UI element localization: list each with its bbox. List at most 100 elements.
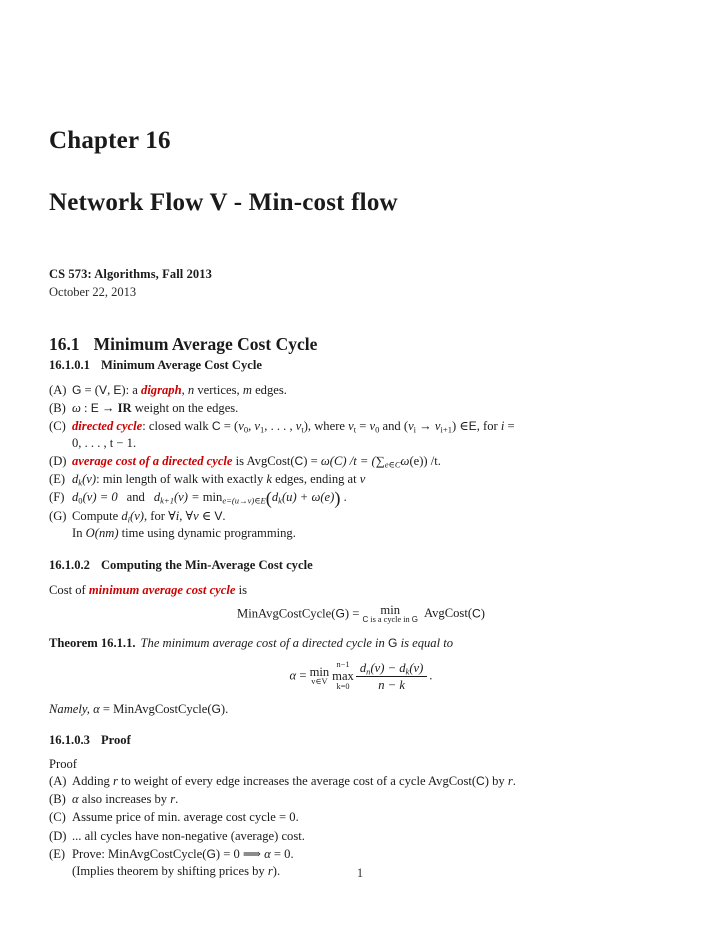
math-in-g: ∈ [198, 508, 215, 523]
section-heading: 16.1 Minimum Average Cost Cycle [49, 334, 673, 354]
eq-rhs-close: ) [480, 606, 485, 621]
math-dk-arg: (v) [82, 472, 97, 487]
proof-label-e: (E) [49, 846, 66, 861]
list-item-b: (B) ω : E → IR weight on the edges. [49, 400, 673, 417]
item-c-and: and ( [379, 418, 409, 433]
math-cycle-c-d: C [294, 454, 304, 469]
math-g-namely: G [211, 702, 221, 717]
definition-list: (A) G = (V, E): a digraph, n vertices, m … [49, 382, 673, 542]
proof-b-t2: . [175, 792, 179, 807]
item-a-t2: vertices, [194, 382, 243, 397]
list-item-a: (A) G = (V, E): a digraph, n vertices, m … [49, 382, 673, 399]
math-in-c: ∈ [459, 418, 469, 433]
math-g-theorem: G [388, 635, 398, 650]
math-di-arg: (v) [130, 508, 144, 523]
proof-d-text: ... all cycles have non-negative (averag… [72, 828, 305, 843]
math-dk1-sub: k+1 [160, 495, 174, 506]
item-b-tail: weight on the edges. [131, 400, 239, 415]
proof-label-a: (A) [49, 774, 67, 789]
fraction-alpha: dn(v) − dk(v) n − k [355, 660, 428, 692]
item-c-for: , for [476, 418, 501, 433]
item-d-t3: (C) /t = ( [329, 454, 376, 469]
math-graph-g: G [72, 382, 82, 397]
item-g-continuation: In O(nm) time using dynamic programming. [72, 525, 673, 542]
item-d-t4: (e)) /t. [409, 454, 441, 469]
item-c-eq: = ( [220, 418, 239, 433]
min-operator-alpha: min v∈V [310, 666, 330, 687]
item-c-continuation: 0, . . . , t − 1. [72, 436, 137, 451]
emphasis-average-cost: average cost of a directed cycle [72, 454, 233, 469]
item-e-t1: : min length of walk with exactly [96, 472, 267, 487]
math-cycle-c: C [211, 418, 221, 433]
chapter-title: Chapter 16 [49, 127, 171, 154]
math-c-proof-a: C [476, 774, 485, 789]
item-g-c3: time using dynamic programming. [118, 525, 296, 540]
proof-c-text: Assume price of min. average cost cycle … [72, 810, 299, 825]
list-item-f: (F) d0(v) = 0 and dk+1(v) = mine=(u→v)∈E(dk… [49, 489, 673, 507]
namely-mid: = MinAvgCostCycle( [99, 702, 212, 717]
math-g-proof-e: G [206, 846, 216, 861]
proof-item-a: (A) Adding r to weight of every edge incr… [49, 773, 673, 790]
item-c-eq2: = [504, 418, 515, 433]
math-v-e: v [359, 472, 366, 487]
section-number: 16.1 [49, 333, 80, 354]
math-omega-f-arg: (e) [320, 490, 335, 505]
course-line: CS 573: Algorithms, Fall 2013 [49, 266, 212, 281]
eq-lhs-close: ) = [344, 606, 363, 621]
sum-subscript: e∈C [384, 459, 401, 470]
item-label-a: (A) [49, 382, 67, 397]
implies-symbol: ⟹ [242, 846, 261, 861]
subsection-heading-1: 16.1.0.1 Minimum Average Cost Cycle [49, 358, 673, 373]
proof-label-d: (D) [49, 828, 67, 843]
section-title: Minimum Average Cost Cycle [93, 333, 318, 354]
math-edge-set-b: E [90, 400, 99, 415]
math-c-eq: C [472, 606, 481, 621]
max-operator-alpha: n−1 max k=0 [332, 661, 354, 691]
item-label-c: (C) [49, 418, 66, 433]
equation-min-avg-cost-cycle: MinAvgCostCycle(G) = min C is a cycle in … [49, 603, 673, 625]
theorem-statement: Theorem 16.1.1. The minimum average cost … [49, 635, 673, 652]
max-sub-alpha: k=0 [336, 681, 350, 691]
item-g-head: Compute [72, 508, 122, 523]
proof-a-t1: Adding [72, 774, 113, 789]
subsection-number-1: 16.1.0.1 [49, 357, 90, 372]
subsection-title-1: Minimum Average Cost Cycle [100, 357, 262, 372]
namely-post: ). [220, 702, 229, 717]
item-a-t3: edges. [251, 382, 287, 397]
item-b-colon: : [80, 400, 91, 415]
num-end: (v) [409, 660, 424, 675]
subsection-number-3: 16.1.0.3 [49, 733, 90, 748]
namely-line: Namely, α = MinAvgCostCycle(G). [49, 702, 673, 717]
item-label-e: (E) [49, 472, 66, 487]
list-item-g: (G) Compute di(v), for ∀i, ∀v ∈ V. In O(n… [49, 508, 673, 542]
alpha-period: . [429, 668, 433, 683]
math-arrow-c: → [416, 418, 435, 433]
subsection-heading-3: 16.1.0.3 Proof [49, 733, 673, 748]
proof-label: Proof [49, 757, 77, 772]
proof-a-t2: to weight of every edge increases the av… [117, 774, 477, 789]
item-g-t1: , for ∀ [143, 508, 176, 523]
math-omega: ω [72, 400, 81, 415]
eq-rhs: AvgCost( [423, 606, 473, 621]
min-subscript-f: e=(u→v)∈E [222, 495, 266, 506]
list-item-d: (D) average cost of a directed cycle is A… [49, 453, 673, 470]
subsection-title-3: Proof [100, 733, 131, 748]
item-g-c1: In [72, 525, 86, 540]
proof-e-t1: Prove: MinAvgCostCycle( [72, 846, 207, 861]
item-c-t1: : closed walk [142, 418, 212, 433]
proof-a-t3: ) by [484, 774, 508, 789]
math-alpha-proof-e: α [264, 846, 271, 861]
item-d-t2: ) = [303, 454, 321, 469]
eq-lhs: MinAvgCostCycle( [237, 606, 336, 621]
item-g-t2: , ∀ [179, 508, 194, 523]
min-limit-alpha: v∈V [311, 677, 328, 687]
proof-item-d: (D) ... all cycles have non-negative (ave… [49, 828, 673, 845]
document-title: Network Flow V - Min-cost flow [49, 189, 398, 217]
math-g-eq: G [335, 606, 345, 621]
math-arrow-b: → [98, 400, 118, 415]
theorem-text-2: is equal to [397, 635, 454, 650]
math-d0-arg: (v) = 0 [82, 490, 118, 505]
min-operator-f: min [202, 490, 223, 505]
proof-a-t4: . [512, 774, 516, 789]
cost-line: Cost of minimum average cost cycle is [49, 582, 673, 599]
